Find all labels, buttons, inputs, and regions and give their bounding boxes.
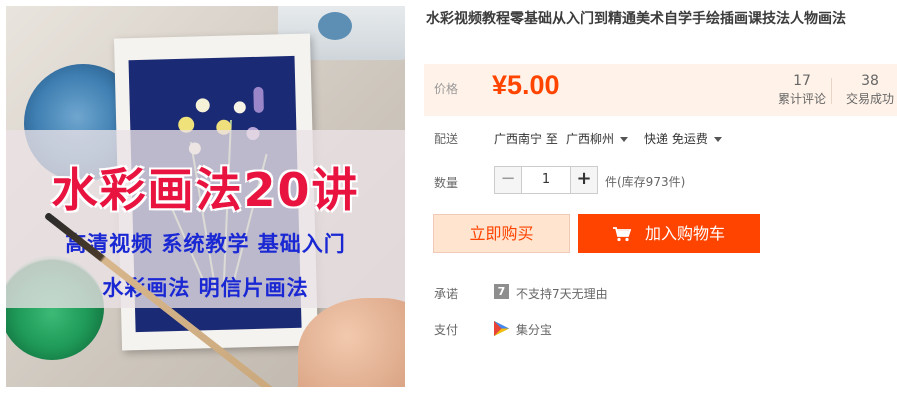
quantity-input[interactable]: 1 xyxy=(522,166,570,194)
quantity-increase-button[interactable]: + xyxy=(570,166,598,194)
price-box: 价格 ¥5.00 17 累计评论 38 交易成功 xyxy=(424,64,897,116)
shipping-method-select[interactable]: 快递 免运费 xyxy=(644,130,722,147)
promise-label: 承诺 xyxy=(434,287,459,301)
shipping-label: 配送 xyxy=(434,132,459,146)
product-info-panel: 水彩视频教程零基础从入门到精通美术自学手绘插画课技法人物画法 价格 ¥5.00 … xyxy=(424,0,897,410)
price-value: ¥5.00 xyxy=(492,70,560,100)
banner-subtitle-2: 水彩画法 明信片画法 xyxy=(102,276,309,300)
payment-label: 支付 xyxy=(434,323,459,337)
payment-method-text[interactable]: 集分宝 xyxy=(516,321,552,338)
add-to-cart-label: 加入购物车 xyxy=(644,224,725,243)
chevron-down-icon xyxy=(620,137,629,142)
chevron-down-icon xyxy=(713,137,722,142)
add-to-cart-button[interactable]: 加入购物车 xyxy=(578,214,760,253)
seven-day-icon: 7 xyxy=(494,284,509,299)
deals-count: 38 xyxy=(861,73,879,89)
shipping-method-value: 快递 免运费 xyxy=(644,132,708,146)
product-title: 水彩视频教程零基础从入门到精通美术自学手绘插画课技法人物画法 xyxy=(426,11,846,27)
quantity-label: 数量 xyxy=(434,176,459,190)
buy-now-button[interactable]: 立即购买 xyxy=(433,214,570,253)
price-label: 价格 xyxy=(434,82,459,96)
shipping-from: 广西南宁 至 xyxy=(494,132,558,146)
reviews-count: 17 xyxy=(793,73,811,89)
shipping-destination-value: 广西柳州 xyxy=(566,132,615,146)
shopping-cart-icon xyxy=(612,226,631,241)
deals-label: 交易成功 xyxy=(845,92,894,106)
quantity-decrease-button[interactable]: − xyxy=(494,166,522,194)
stat-divider xyxy=(831,78,832,104)
stock-text: 件(库存973件) xyxy=(605,175,686,189)
reviews-label: 累计评论 xyxy=(777,92,826,106)
product-image[interactable]: 水彩画法20讲 高清视频 系统教学 基础入门 水彩画法 明信片画法 xyxy=(6,6,405,387)
promise-text[interactable]: 不支持7天无理由 xyxy=(516,285,608,302)
jifenbao-icon xyxy=(494,321,509,336)
banner-title: 水彩画法20讲 xyxy=(51,163,360,217)
deals-stat: 38 交易成功 xyxy=(842,72,897,108)
reviews-stat[interactable]: 17 累计评论 xyxy=(776,72,828,108)
shipping-destination-select[interactable]: 广西柳州 xyxy=(566,130,629,147)
quantity-stepper: − 1 + xyxy=(494,166,598,194)
